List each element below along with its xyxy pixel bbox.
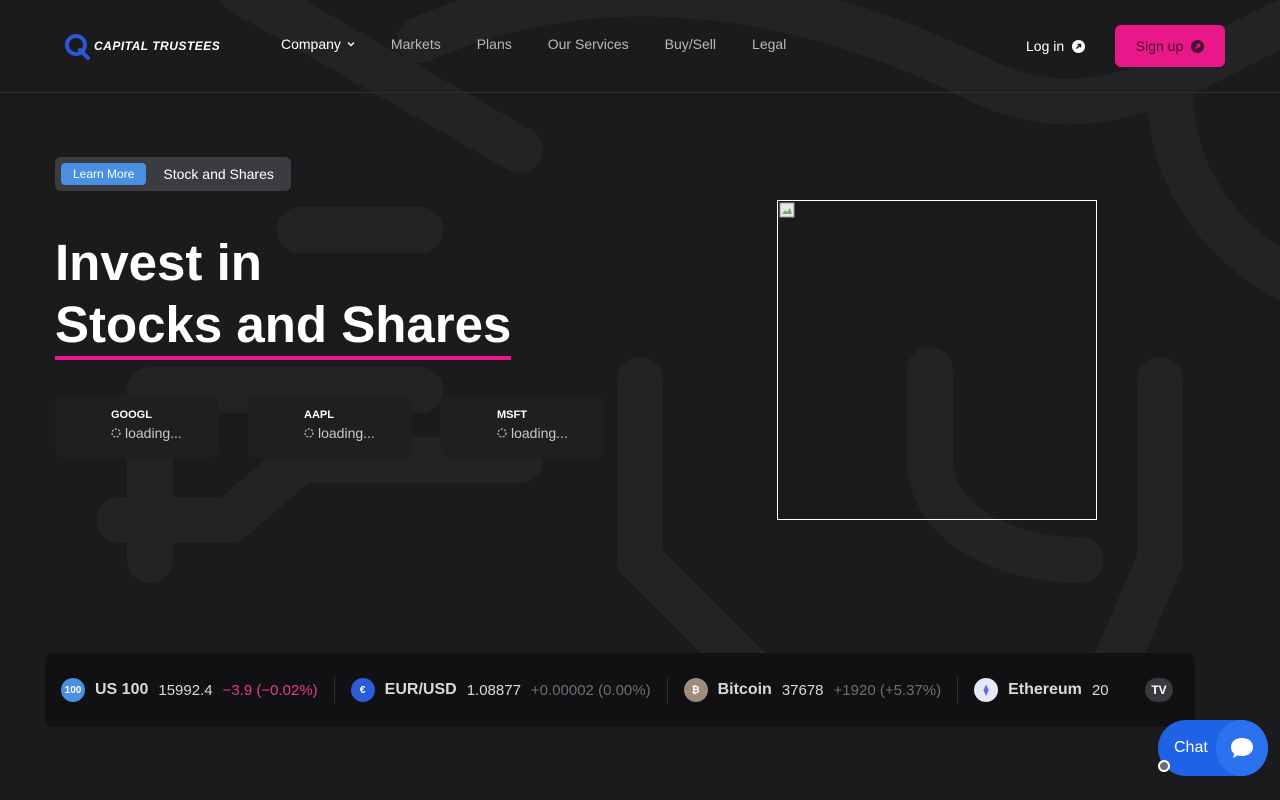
eu-flag-icon: € xyxy=(350,678,375,702)
chevron-down-icon xyxy=(347,42,355,47)
logo-mark-icon xyxy=(65,34,90,60)
main-nav: Company Markets Plans Our Services Buy/S… xyxy=(281,36,822,52)
nav-item-label: Company xyxy=(281,36,341,52)
login-label: Log in xyxy=(1026,38,1065,54)
hero-title-line2: Stocks and Shares xyxy=(55,294,512,360)
spinner-icon xyxy=(497,428,507,438)
brand-logo[interactable]: CAPITAL TRUSTEES xyxy=(64,32,220,60)
stock-card-msft[interactable]: MSFT loading... xyxy=(441,395,604,458)
arrow-up-right-circle-icon xyxy=(1072,39,1086,53)
hero-badge-text: Stock and Shares xyxy=(163,166,274,182)
stock-card-aapl[interactable]: AAPL loading... xyxy=(248,395,411,458)
stock-symbol: MSFT xyxy=(497,409,527,421)
ticker-name: US 100 xyxy=(95,681,149,698)
speech-bubble-icon xyxy=(1216,720,1268,776)
ticker-item-ethereum[interactable]: ⧫ Ethereum 20 xyxy=(958,677,1124,703)
brand-name: CAPITAL TRUSTEES xyxy=(94,39,221,53)
stock-cards: GOOGL loading... AAPL loading... MSFT lo… xyxy=(55,395,604,458)
hero-image-placeholder xyxy=(777,200,1097,520)
us100-logo-icon: 100 xyxy=(61,678,85,702)
spinner-icon xyxy=(304,428,314,438)
ticker-price: 37678 xyxy=(781,681,824,699)
stock-status: loading... xyxy=(511,425,568,441)
learn-more-button[interactable]: Learn More xyxy=(61,163,147,185)
ticker-change: −3.9 (−0.02%) xyxy=(222,681,318,699)
chat-label: Chat xyxy=(1174,739,1208,756)
nav-item-markets[interactable]: Markets xyxy=(391,36,441,52)
ticker-price: 15992.4 xyxy=(158,681,213,699)
nav-item-buy-sell[interactable]: Buy/Sell xyxy=(665,36,716,52)
top-navbar: CAPITAL TRUSTEES Company Markets Plans O… xyxy=(0,0,1280,93)
ticker-name: Ethereum xyxy=(1008,681,1082,698)
ticker-item-eurusd[interactable]: € EUR/USD 1.08877 +0.00002 (0.00%) xyxy=(335,677,668,703)
nav-item-plans[interactable]: Plans xyxy=(477,36,512,52)
broken-image-icon xyxy=(779,202,795,218)
ticker-tape: 100 US 100 15992.4 −3.9 (−0.02%) € EUR/U… xyxy=(45,653,1195,727)
status-dot xyxy=(1158,760,1170,772)
stock-card-googl[interactable]: GOOGL loading... xyxy=(55,395,218,458)
ticker-price: 20 xyxy=(1091,681,1109,699)
stock-symbol: AAPL xyxy=(304,409,334,421)
ticker-item-us100[interactable]: 100 US 100 15992.4 −3.9 (−0.02%) xyxy=(45,677,335,703)
nav-item-legal[interactable]: Legal xyxy=(752,36,786,52)
ticker-item-bitcoin[interactable]: ₿ Bitcoin 37678 +1920 (+5.37%) xyxy=(668,677,959,703)
ticker-change: +1920 (+5.37%) xyxy=(833,681,942,699)
ticker-name: Bitcoin xyxy=(717,681,772,698)
ticker-change: +0.00002 (0.00%) xyxy=(530,681,651,699)
spinner-icon xyxy=(111,428,121,438)
nav-item-our-services[interactable]: Our Services xyxy=(548,36,629,52)
bitcoin-icon: ₿ xyxy=(683,678,708,702)
chat-button[interactable]: Chat xyxy=(1158,720,1268,776)
stock-symbol: GOOGL xyxy=(111,409,152,421)
hero-title: Invest in Stocks and Shares xyxy=(55,232,512,360)
hero-title-line1: Invest in xyxy=(55,234,262,291)
tradingview-logo[interactable]: TV xyxy=(1145,678,1173,702)
nav-item-company[interactable]: Company xyxy=(281,36,355,52)
stock-status: loading... xyxy=(318,425,375,441)
signup-button[interactable]: Sign up xyxy=(1115,25,1225,67)
login-link[interactable]: Log in xyxy=(1026,38,1086,54)
ticker-name: EUR/USD xyxy=(384,681,457,698)
signup-label: Sign up xyxy=(1135,38,1184,54)
ethereum-icon: ⧫ xyxy=(974,678,999,702)
stock-status: loading... xyxy=(125,425,182,441)
ticker-price: 1.08877 xyxy=(466,681,521,699)
hero-badge: Learn More Stock and Shares xyxy=(55,157,291,191)
arrow-up-right-circle-icon xyxy=(1191,39,1205,53)
